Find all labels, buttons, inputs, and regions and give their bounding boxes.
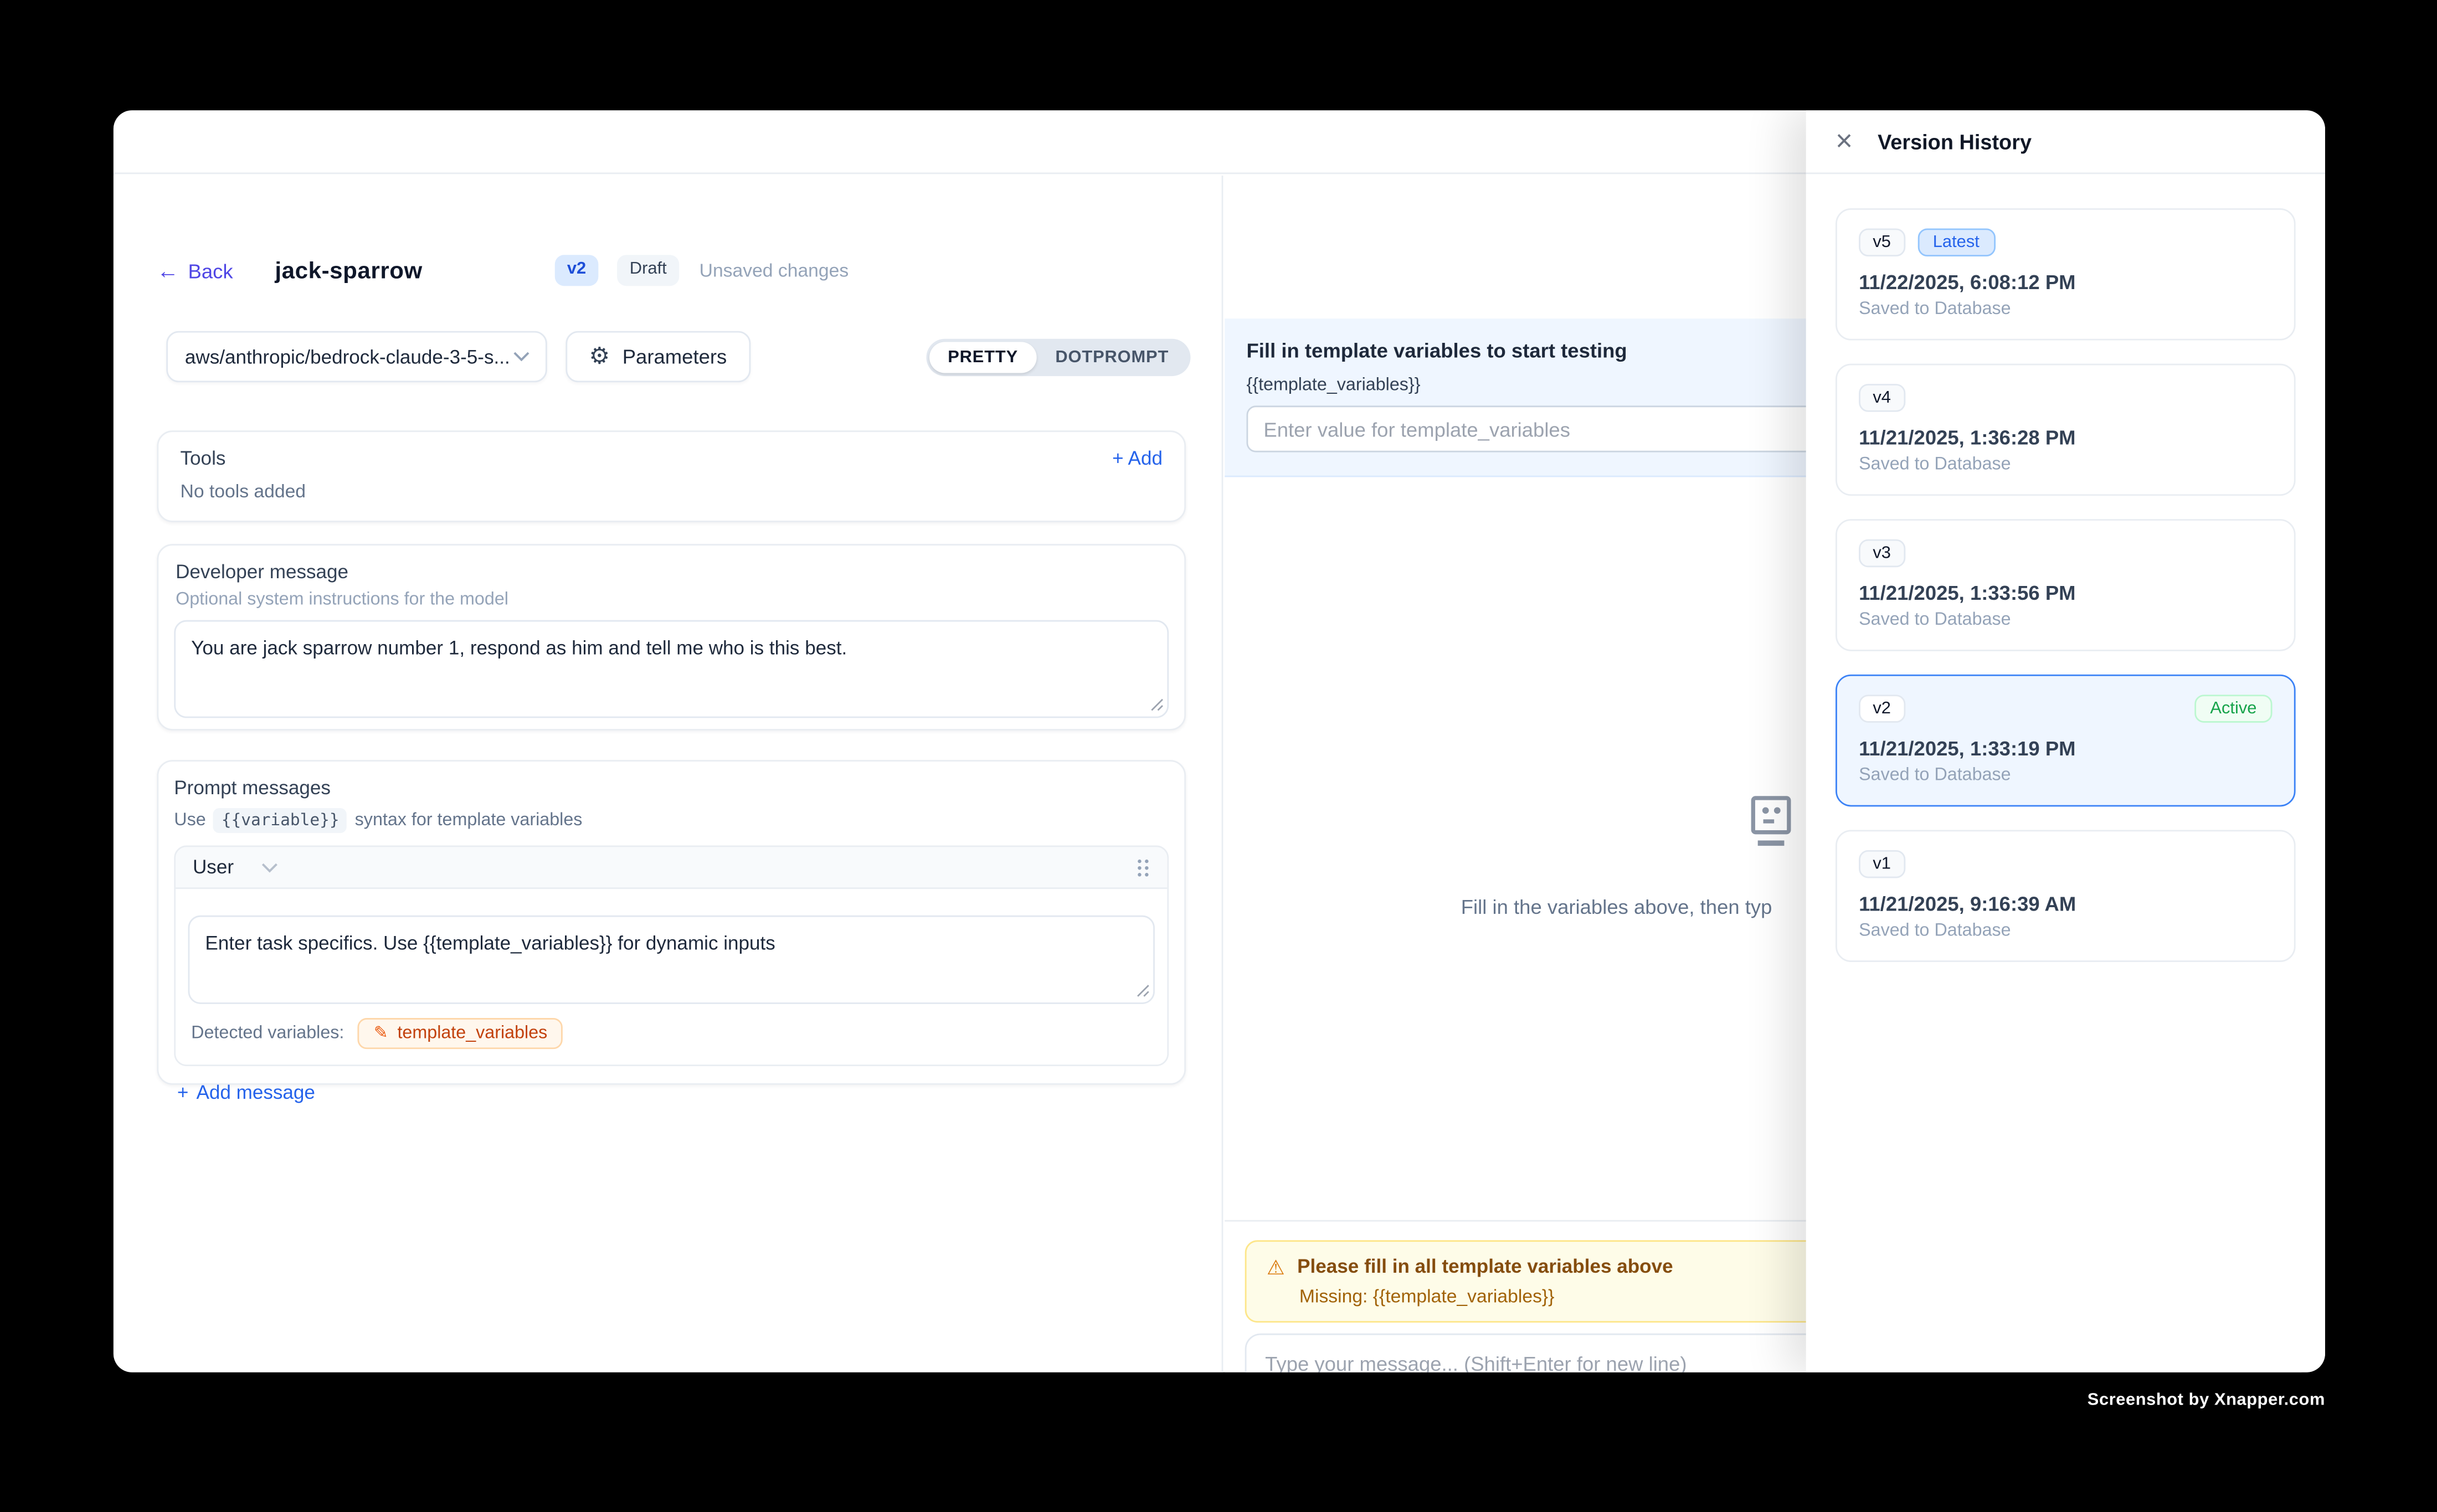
version-badge-row: v4	[1859, 384, 2272, 412]
version-id-badge: v3	[1859, 539, 1905, 568]
warning-title: Please fill in all template variables ab…	[1297, 1256, 1673, 1277]
developer-message-field-wrap: You are jack sparrow number 1, respond a…	[174, 620, 1169, 718]
version-id-badge: v1	[1859, 850, 1905, 878]
version-history-title: Version History	[1878, 130, 2032, 153]
close-icon[interactable]: ×	[1836, 127, 1853, 156]
version-card-v5[interactable]: v5 Latest 11/22/2025, 6:08:12 PM Saved t…	[1836, 208, 2296, 341]
fill-variables-hint: Fill in the variables above, then typ	[1461, 895, 1772, 918]
version-id-badge: v4	[1859, 384, 1905, 412]
prompt-editor-panel: ← Back jack-sparrow v2 Draft Unsaved cha…	[114, 176, 1223, 1372]
user-message-field-wrap: Enter task specifics. Use {{template_var…	[188, 916, 1155, 1004]
add-message-button[interactable]: + Add message	[177, 1082, 315, 1103]
version-id-badge: v2	[1859, 695, 1905, 723]
model-toolbar: aws/anthropic/bedrock-claude-3-5-s... ⚙ …	[166, 331, 1190, 383]
prompt-messages-card: Prompt messages Use {{variable}} syntax …	[157, 760, 1186, 1084]
version-saved-status: Saved to Database	[1859, 611, 2272, 630]
latest-badge: Latest	[1917, 228, 1995, 256]
prompt-messages-subtitle: Use {{variable}} syntax for template var…	[174, 808, 1169, 833]
add-message-label: Add message	[196, 1082, 315, 1103]
version-saved-status: Saved to Database	[1859, 300, 2272, 319]
use-prefix: Use	[174, 811, 205, 830]
warning-icon: ⚠	[1267, 1257, 1285, 1277]
developer-message-title: Developer message	[176, 561, 1169, 583]
plus-icon: +	[177, 1082, 189, 1103]
version-id-badge: v5	[1859, 228, 1905, 256]
detected-variables-label: Detected variables:	[191, 1024, 344, 1043]
role-select[interactable]: User	[193, 856, 279, 878]
version-badge: v2	[554, 255, 598, 285]
robot-icon	[1747, 794, 1795, 856]
back-label: Back	[188, 259, 233, 282]
tools-header: Tools + Add	[181, 448, 1163, 469]
role-select-value: User	[193, 856, 234, 878]
pencil-icon: ✎	[374, 1025, 388, 1042]
message-block: User Enter task specifics. Use {{templat…	[174, 846, 1169, 1066]
message-block-header: User	[176, 847, 1167, 889]
tools-empty-text: No tools added	[181, 480, 1163, 502]
tools-title: Tools	[181, 448, 226, 469]
tools-card: Tools + Add No tools added	[157, 430, 1186, 522]
add-tool-label: Add	[1128, 448, 1163, 469]
gear-icon: ⚙	[589, 345, 610, 368]
version-date: 11/21/2025, 1:33:19 PM	[1859, 737, 2272, 760]
developer-message-card: Developer message Optional system instru…	[157, 544, 1186, 731]
version-card-v4[interactable]: v4 11/21/2025, 1:36:28 PM Saved to Datab…	[1836, 364, 2296, 496]
version-saved-status: Saved to Database	[1859, 455, 2272, 474]
chevron-down-icon	[262, 862, 279, 873]
version-badge-row: v5 Latest	[1859, 228, 2272, 256]
parameters-label: Parameters	[623, 345, 727, 368]
toggle-dotprompt[interactable]: DOTPROMPT	[1037, 341, 1187, 372]
template-variable-name: template_variables	[397, 1024, 547, 1043]
version-card-v1[interactable]: v1 11/21/2025, 9:16:39 AM Saved to Datab…	[1836, 830, 2296, 962]
view-mode-toggle: PRETTY DOTPROMPT	[926, 338, 1191, 375]
message-block-body: Enter task specifics. Use {{template_var…	[176, 889, 1167, 1004]
user-message-input[interactable]: Enter task specifics. Use {{template_var…	[188, 916, 1155, 1004]
arrow-left-icon: ←	[157, 260, 178, 281]
version-saved-status: Saved to Database	[1859, 766, 2272, 785]
parameters-button[interactable]: ⚙ Parameters	[565, 331, 750, 383]
version-saved-status: Saved to Database	[1859, 922, 2272, 940]
version-badge-row: v2 Active	[1859, 695, 2272, 723]
template-variable-chip[interactable]: ✎ template_variables	[358, 1018, 563, 1049]
version-badge-row: v1	[1859, 850, 2272, 878]
unsaved-changes-label: Unsaved changes	[700, 260, 849, 281]
version-history-panel: × Version History v5 Latest 11/22/2025, …	[1806, 110, 2325, 1372]
version-date: 11/22/2025, 6:08:12 PM	[1859, 270, 2272, 294]
drag-handle-icon[interactable]	[1136, 857, 1150, 877]
back-button[interactable]: ← Back	[157, 259, 233, 282]
model-select-value: aws/anthropic/bedrock-claude-3-5-s...	[185, 346, 510, 367]
developer-message-input[interactable]: You are jack sparrow number 1, respond a…	[174, 620, 1169, 718]
version-date: 11/21/2025, 1:36:28 PM	[1859, 426, 2272, 449]
app-window: ← Back jack-sparrow v2 Draft Unsaved cha…	[114, 110, 2325, 1372]
developer-message-subtitle: Optional system instructions for the mod…	[176, 590, 1169, 609]
model-select[interactable]: aws/anthropic/bedrock-claude-3-5-s...	[166, 331, 547, 383]
chevron-down-icon	[513, 351, 530, 362]
version-date: 11/21/2025, 9:16:39 AM	[1859, 892, 2272, 916]
version-card-v3[interactable]: v3 11/21/2025, 1:33:56 PM Saved to Datab…	[1836, 519, 2296, 651]
title-row: ← Back jack-sparrow v2 Draft Unsaved cha…	[157, 253, 1206, 287]
version-history-header: × Version History	[1806, 110, 2325, 174]
add-tool-button[interactable]: + Add	[1112, 448, 1163, 469]
version-date: 11/21/2025, 1:33:56 PM	[1859, 581, 2272, 604]
version-badge-row: v3	[1859, 539, 2272, 568]
use-suffix: syntax for template variables	[355, 811, 583, 830]
active-badge: Active	[2194, 695, 2272, 723]
screenshot-stage: ← Back jack-sparrow v2 Draft Unsaved cha…	[0, 0, 2437, 1512]
version-card-v2-active[interactable]: v2 Active 11/21/2025, 1:33:19 PM Saved t…	[1836, 675, 2296, 807]
watermark-credit: Screenshot by Xnapper.com	[2088, 1391, 2325, 1410]
version-list: v5 Latest 11/22/2025, 6:08:12 PM Saved t…	[1806, 176, 2325, 1372]
detected-variables-row: Detected variables: ✎ template_variables	[176, 1004, 1167, 1064]
toggle-pretty[interactable]: PRETTY	[929, 341, 1037, 372]
page-title: jack-sparrow	[275, 257, 422, 284]
status-badge: Draft	[617, 255, 679, 285]
prompt-messages-title: Prompt messages	[174, 777, 1169, 799]
variable-syntax-chip: {{variable}}	[214, 808, 347, 833]
plus-icon: +	[1112, 448, 1124, 469]
